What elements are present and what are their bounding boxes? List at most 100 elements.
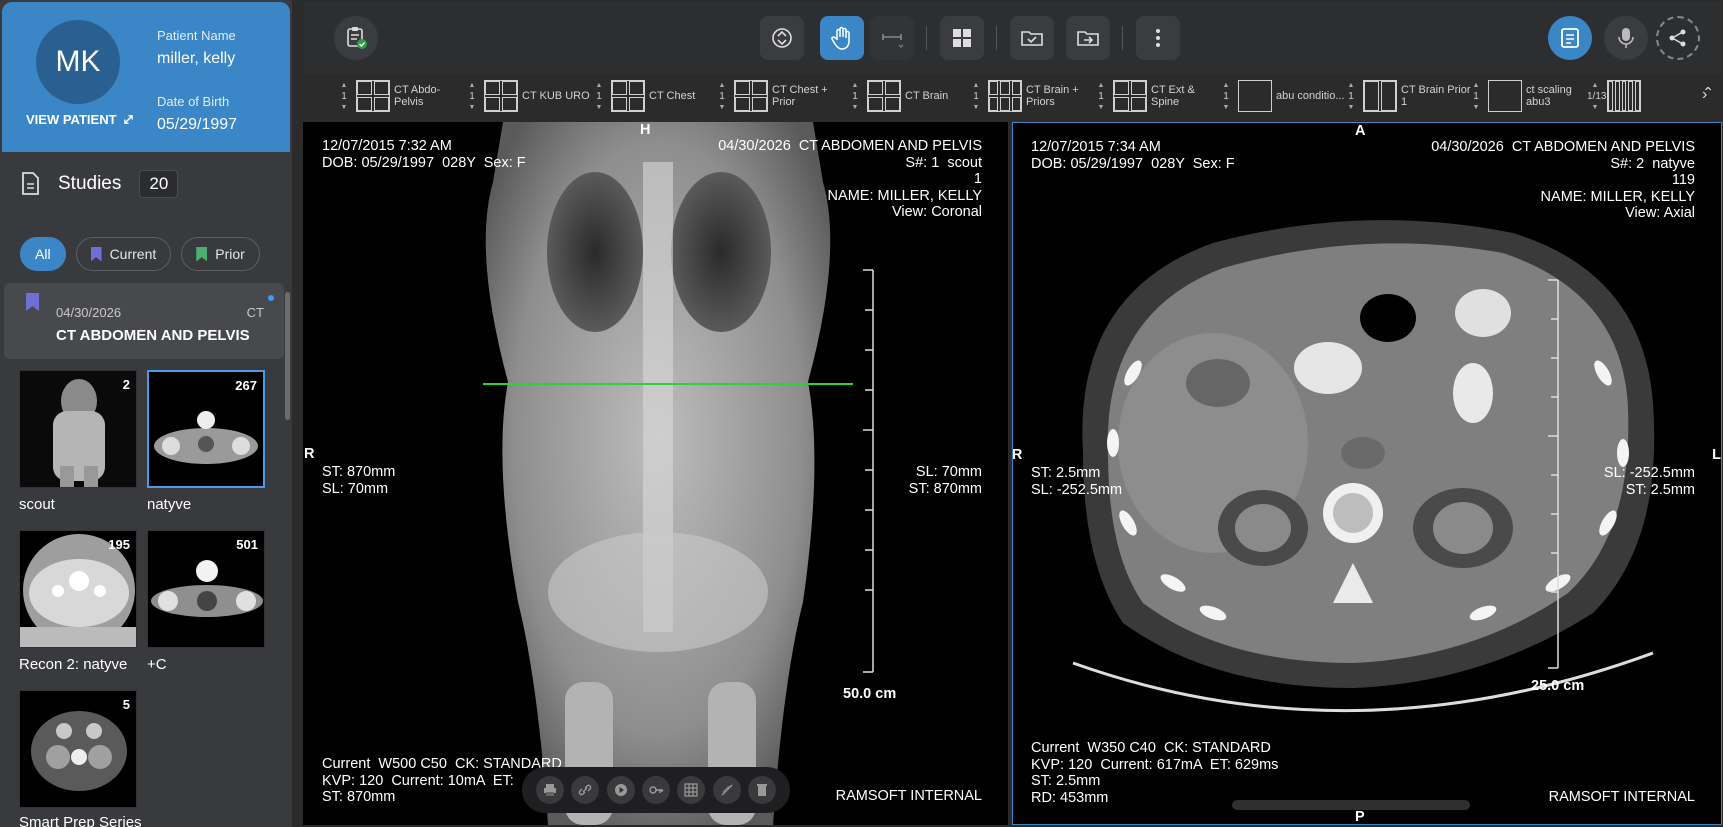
grid-button[interactable] xyxy=(677,776,706,804)
series-count: 2 xyxy=(122,377,130,392)
bookmark-icon xyxy=(196,246,208,262)
series-label: +C xyxy=(147,656,167,673)
external-expand-icon xyxy=(123,115,133,124)
filter-all-label: All xyxy=(35,246,51,262)
viewport-left[interactable]: 12/07/2015 7:32 AM DOB: 05/29/1997 028Y … xyxy=(303,122,1008,825)
layout-preset-11[interactable]: ▲ 1/13 ▼ xyxy=(1587,79,1645,113)
layout-index: ▲ 1 ▼ xyxy=(1472,81,1480,111)
series-thumbnail-scout[interactable]: 2 xyxy=(19,370,137,488)
key-image-button[interactable] xyxy=(641,776,670,804)
patient-name-label: Patient Name xyxy=(157,28,236,43)
overlay-bottom-right: RAMSOFT INTERNAL xyxy=(1548,789,1695,805)
series-label: scout xyxy=(19,496,55,513)
filter-all[interactable]: All xyxy=(20,237,66,271)
layout-name: CT Chest xyxy=(649,90,696,102)
pan-tool-button[interactable] xyxy=(820,16,864,60)
axial-preview xyxy=(20,691,136,807)
layout-preset-5[interactable]: ▲ 1 ▼ CT Brain xyxy=(847,79,948,113)
series-label: Recon 2: natyve xyxy=(19,656,128,673)
layout-grid-icon xyxy=(734,80,768,112)
export-study-button[interactable] xyxy=(1066,16,1110,60)
dictation-button[interactable] xyxy=(1604,16,1648,60)
layout-grid-icon xyxy=(1607,80,1641,112)
series-label: natyve xyxy=(147,496,192,513)
viewport-right[interactable]: 12/07/2015 7:34 AM DOB: 05/29/1997 028Y … xyxy=(1012,122,1722,825)
layout-name: abu conditio... xyxy=(1276,90,1345,102)
folder-check-icon xyxy=(1021,31,1043,46)
bookmark-icon xyxy=(90,246,102,262)
overlay-top-right: 04/30/2026 CT ABDOMEN AND PELVIS S#: 2 n… xyxy=(1431,139,1695,221)
link-button[interactable] xyxy=(571,776,600,804)
clipboard-check-button[interactable] xyxy=(334,16,378,60)
bookmark-icon xyxy=(26,293,39,311)
scroll-icon xyxy=(772,28,792,48)
report-button[interactable] xyxy=(1548,16,1592,60)
toolbar-separator xyxy=(996,26,997,50)
print-icon xyxy=(543,784,556,796)
orientation-left: LR xyxy=(1012,447,1023,463)
key-icon xyxy=(649,786,663,794)
more-options-button[interactable] xyxy=(1136,16,1180,60)
layout-preset-8[interactable]: ▲ 1 ▼ abu conditio... xyxy=(1218,79,1345,113)
viewport-scrollbar[interactable] xyxy=(1232,800,1470,810)
viewport-quick-tools xyxy=(522,767,790,813)
series-thumbnail-recon2[interactable]: 195 xyxy=(19,530,137,648)
hide-icon xyxy=(721,784,733,796)
layout-grid-icon xyxy=(484,80,518,112)
cine-play-button[interactable] xyxy=(606,776,635,804)
hide-annotations-button[interactable] xyxy=(712,776,741,804)
orientation-top: H xyxy=(640,122,651,138)
layout-button[interactable] xyxy=(940,16,984,60)
orientation-bottom: P xyxy=(1355,809,1365,825)
series-thumbnail-smart-prep[interactable]: 5 xyxy=(19,690,137,808)
share-icon xyxy=(1669,29,1686,47)
document-icon xyxy=(22,172,39,195)
layout-preset-3[interactable]: ▲ 1 ▼ CT Chest xyxy=(591,79,695,113)
series-thumbnail-natyve[interactable]: 267 xyxy=(147,370,265,488)
measure-tool-button[interactable] xyxy=(870,16,914,60)
series-count: 501 xyxy=(236,537,258,552)
layout-index: ▲ 1 ▼ xyxy=(1347,81,1355,111)
pan-hand-icon xyxy=(831,26,850,50)
series-thumbnail-plus-c[interactable]: 501 xyxy=(147,530,265,648)
overlay-mid-left: ST: 870mm SL: 70mm xyxy=(322,464,396,497)
share-button[interactable] xyxy=(1656,16,1700,60)
layout-name: CT KUB URO xyxy=(522,90,590,102)
sidebar-scrollbar[interactable] xyxy=(285,292,290,420)
layout-preset-1[interactable]: ▲ 1 ▼ CT Abdo-Pelvis xyxy=(336,79,464,113)
layout-preset-2[interactable]: ▲ 1 ▼ CT KUB URO xyxy=(464,79,590,113)
orientation-left: R xyxy=(304,446,315,462)
mark-read-button[interactable] xyxy=(1010,16,1054,60)
study-description: CT ABDOMEN AND PELVIS xyxy=(56,327,250,344)
filter-current[interactable]: Current xyxy=(75,237,172,271)
layout-preset-10[interactable]: ▲ 1 ▼ ct scaling abu3 xyxy=(1468,79,1596,113)
layout-preset-7[interactable]: ▲ 1 ▼ CT Ext & Spine xyxy=(1093,79,1221,113)
overlay-mid-right: SL: 70mm ST: 870mm xyxy=(908,464,982,497)
study-list-item[interactable]: 04/30/2026 CT CT ABDOMEN AND PELVIS xyxy=(4,283,284,359)
view-patient-link[interactable]: VIEW PATIENT xyxy=(26,112,134,127)
hanging-protocol-bar: ▲ 1 ▼ CT Abdo-Pelvis ▲ 1 ▼ CT KUB URO ▲ 1 ▼ CT Ches… xyxy=(304,76,1722,116)
layout-name: CT Chest + Prior xyxy=(772,84,828,108)
overlay-top-left: 12/07/2015 7:32 AM DOB: 05/29/1997 028Y … xyxy=(322,138,526,171)
overlay-bottom-right: RAMSOFT INTERNAL xyxy=(835,788,982,804)
delete-button[interactable] xyxy=(748,776,777,804)
report-icon xyxy=(1561,28,1579,48)
layout-grid-icon xyxy=(1363,80,1397,112)
folder-export-icon xyxy=(1077,31,1099,46)
series-count: 195 xyxy=(108,537,130,552)
microphone-icon xyxy=(1618,28,1634,48)
filter-prior[interactable]: Prior xyxy=(181,237,260,271)
collapse-toolbar-icon[interactable]: ⌃ xyxy=(1702,84,1714,101)
patient-name: miller, kelly xyxy=(157,50,236,67)
layout-preset-9[interactable]: ▲ 1 ▼ CT Brain Prior 1 xyxy=(1343,79,1471,113)
layout-preset-4[interactable]: ▲ 1 ▼ CT Chest + Prior xyxy=(714,79,842,113)
scroll-tool-button[interactable] xyxy=(760,16,804,60)
print-button[interactable] xyxy=(535,776,564,804)
scale-label: 25.0 cm xyxy=(1531,678,1585,694)
layout-index: ▲ 1 ▼ xyxy=(468,81,476,111)
layout-preset-6[interactable]: ▲ 1 ▼ CT Brain + Priors xyxy=(968,79,1096,113)
layout-grid-icon xyxy=(953,29,971,47)
layout-name: CT Brain xyxy=(905,90,949,102)
layout-name: CT Brain Prior 1 xyxy=(1401,84,1471,108)
series-label: Smart Prep Series xyxy=(19,814,142,827)
